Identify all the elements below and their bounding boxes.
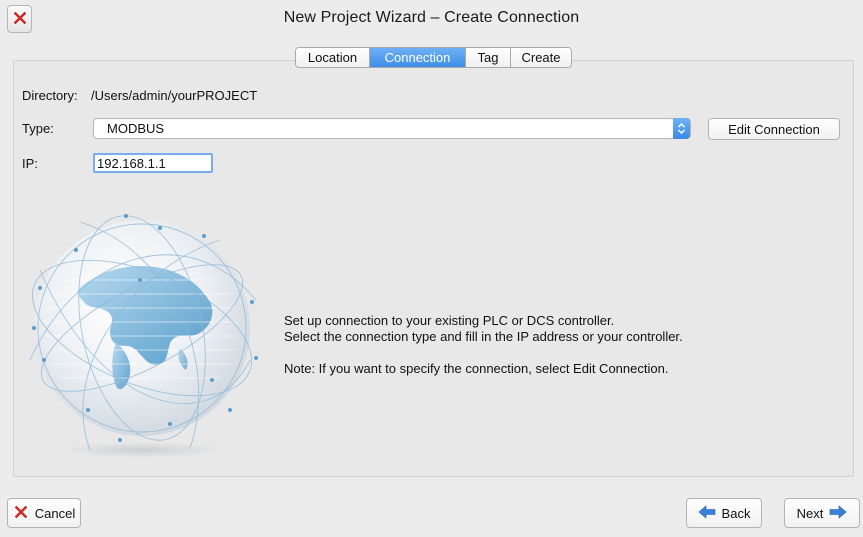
arrow-left-icon: [698, 504, 716, 522]
info-line-2: Select the connection type and fill in t…: [284, 329, 683, 344]
edit-connection-button[interactable]: Edit Connection: [708, 118, 840, 140]
connection-type-select[interactable]: MODBUS: [93, 118, 691, 139]
directory-value: /Users/admin/yourPROJECT: [91, 88, 258, 103]
window-title: New Project Wizard – Create Connection: [283, 9, 580, 26]
tab-connection[interactable]: Connection: [370, 48, 466, 67]
cancel-label: Cancel: [34, 505, 76, 521]
wizard-tabs: Location Connection Tag Create: [295, 47, 572, 68]
info-line-1: Set up connection to your existing PLC o…: [284, 313, 615, 328]
back-button[interactable]: Back: [686, 498, 762, 528]
info-text: Set up connection to your existing PLC o…: [284, 313, 683, 377]
title-bar: New Project Wizard – Create Connection: [0, 0, 863, 40]
cancel-button[interactable]: Cancel: [7, 498, 81, 528]
info-note: Note: If you want to specify the connect…: [284, 361, 669, 376]
ip-address-input[interactable]: [93, 153, 213, 173]
globe-illustration: [20, 210, 265, 468]
directory-label: Directory:: [22, 88, 78, 103]
edit-connection-label: Edit Connection: [728, 121, 820, 137]
tab-location[interactable]: Location: [296, 48, 370, 67]
select-stepper-icon[interactable]: [673, 118, 690, 139]
next-label: Next: [796, 505, 824, 521]
connection-type-value: MODBUS: [107, 121, 165, 136]
next-button[interactable]: Next: [784, 498, 860, 528]
tab-tag[interactable]: Tag: [466, 48, 511, 67]
back-label: Back: [721, 505, 751, 521]
type-label: Type:: [22, 121, 54, 136]
tab-create[interactable]: Create: [511, 48, 571, 67]
cancel-icon: [13, 504, 29, 523]
ip-label: IP:: [22, 156, 38, 171]
arrow-right-icon: [829, 504, 847, 522]
